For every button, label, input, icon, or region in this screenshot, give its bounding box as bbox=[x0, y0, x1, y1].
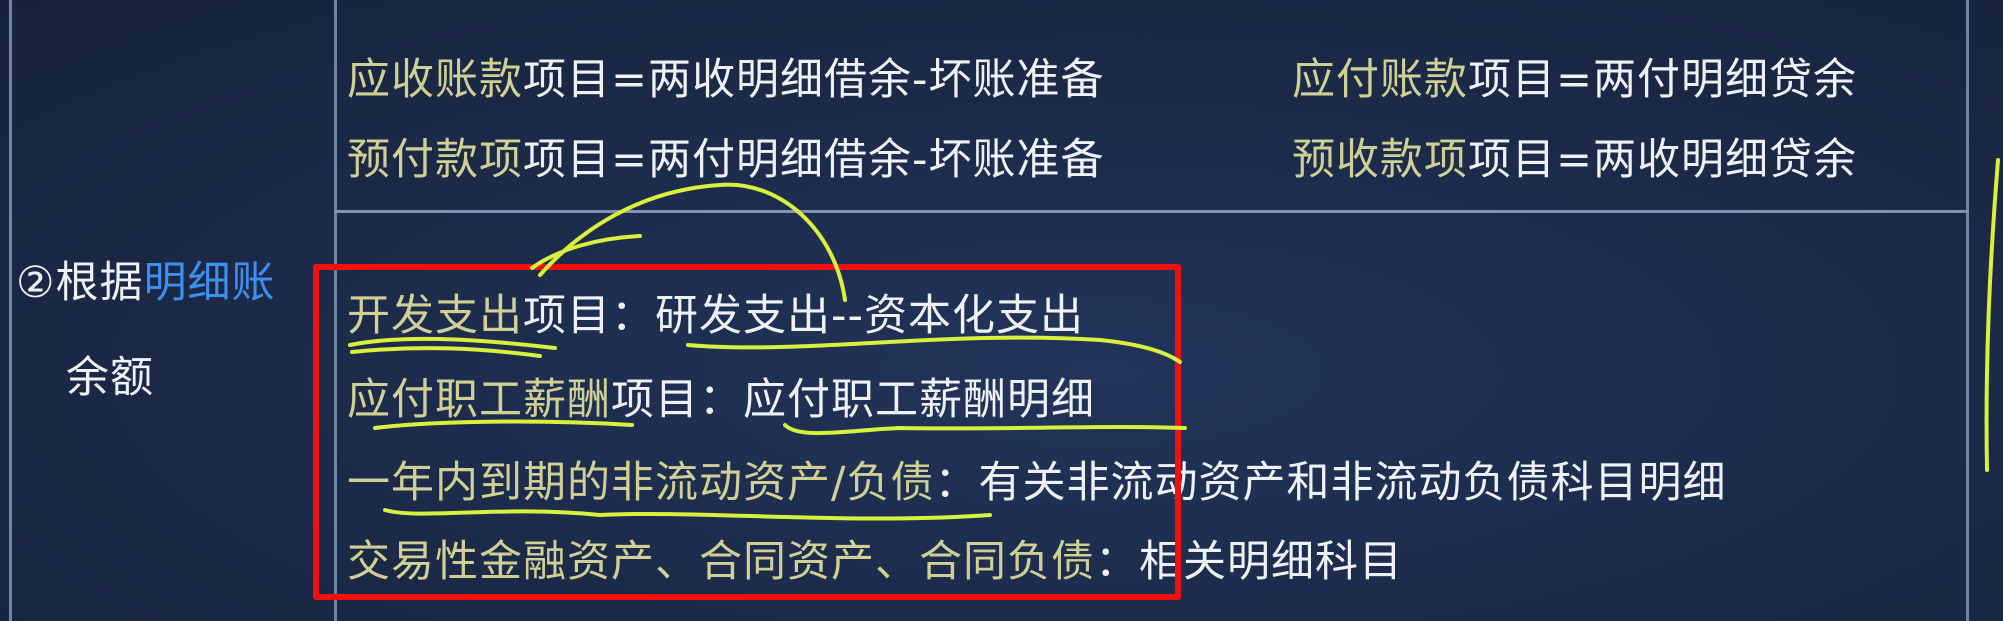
formula: 项目=两付明细贷余 bbox=[1468, 55, 1858, 105]
formula-advance-receipt: 预收款项项目=两收明细贷余 bbox=[1292, 134, 1857, 186]
formula: 项目=两收明细借余-坏账准备 bbox=[523, 55, 1105, 105]
term: 预付款项 bbox=[347, 135, 523, 185]
table-right-border bbox=[1966, 0, 1969, 621]
table-left-border bbox=[9, 0, 12, 621]
formula-receivable: 应收账款项目=两收明细借余-坏账准备 bbox=[347, 54, 1105, 106]
formula: 项目=两付明细借余-坏账准备 bbox=[523, 135, 1105, 185]
formula-prepayment: 预付款项项目=两付明细借余-坏账准备 bbox=[347, 134, 1105, 186]
left-label-line2: 余额 bbox=[66, 353, 154, 403]
left-label-prefix: ②根据 bbox=[16, 258, 144, 308]
row-divider bbox=[334, 210, 1969, 213]
formula: 项目=两收明细贷余 bbox=[1468, 135, 1858, 185]
formula-payable: 应付账款项目=两付明细贷余 bbox=[1292, 54, 1857, 106]
annotation-highlight-box bbox=[313, 264, 1181, 600]
term: 应收账款 bbox=[347, 55, 523, 105]
left-label-line1: ②根据明细账 bbox=[16, 257, 276, 309]
term: 预收款项 bbox=[1292, 135, 1468, 185]
term: 应付账款 bbox=[1292, 55, 1468, 105]
left-label-keyword: 明细账 bbox=[143, 258, 276, 308]
